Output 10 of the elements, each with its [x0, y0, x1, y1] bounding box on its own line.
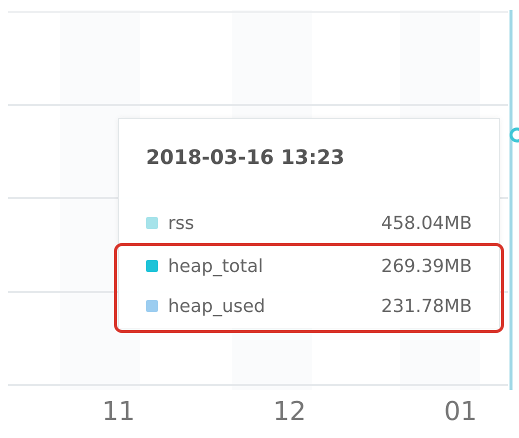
tooltip-title: 2018-03-16 13:23 — [146, 145, 346, 169]
axis-label: 12 — [272, 396, 306, 429]
series-value: 231.78MB — [381, 296, 472, 316]
series-value: 269.39MB — [381, 256, 472, 276]
series-name: rss — [168, 212, 194, 234]
axis-label: 11 — [102, 396, 136, 429]
series-value: 458.04MB — [381, 212, 472, 234]
series-name: heap_total — [168, 256, 264, 276]
series-name: heap_used — [168, 296, 266, 316]
axis-label: 01 — [444, 396, 478, 429]
